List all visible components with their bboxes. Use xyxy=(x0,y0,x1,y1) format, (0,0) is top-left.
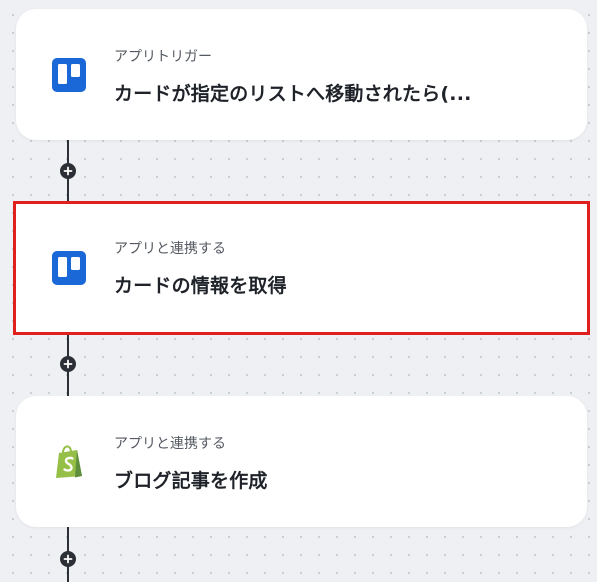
add-step-button[interactable] xyxy=(60,163,76,179)
step-card-get-card-info[interactable]: アプリと連携する カードの情報を取得 xyxy=(13,201,590,335)
step-title: ブログ記事を作成 xyxy=(114,470,268,492)
add-step-button[interactable] xyxy=(60,551,76,567)
plus-icon xyxy=(63,166,73,176)
step-card-trigger[interactable]: アプリトリガー カードが指定のリストへ移動されたら(... xyxy=(16,9,587,140)
add-step-button[interactable] xyxy=(60,356,76,372)
shopify-icon xyxy=(52,444,86,479)
trello-icon xyxy=(52,251,86,285)
plus-icon xyxy=(63,359,73,369)
trello-icon xyxy=(52,57,86,92)
plus-icon xyxy=(63,554,73,564)
step-title: カードの情報を取得 xyxy=(114,275,287,297)
step-type-label: アプリと連携する xyxy=(114,241,226,257)
step-title: カードが指定のリストへ移動されたら(... xyxy=(114,83,472,105)
step-type-label: アプリトリガー xyxy=(114,49,212,65)
step-card-create-blog-post[interactable]: アプリと連携する ブログ記事を作成 xyxy=(16,396,587,527)
step-type-label: アプリと連携する xyxy=(114,436,226,452)
